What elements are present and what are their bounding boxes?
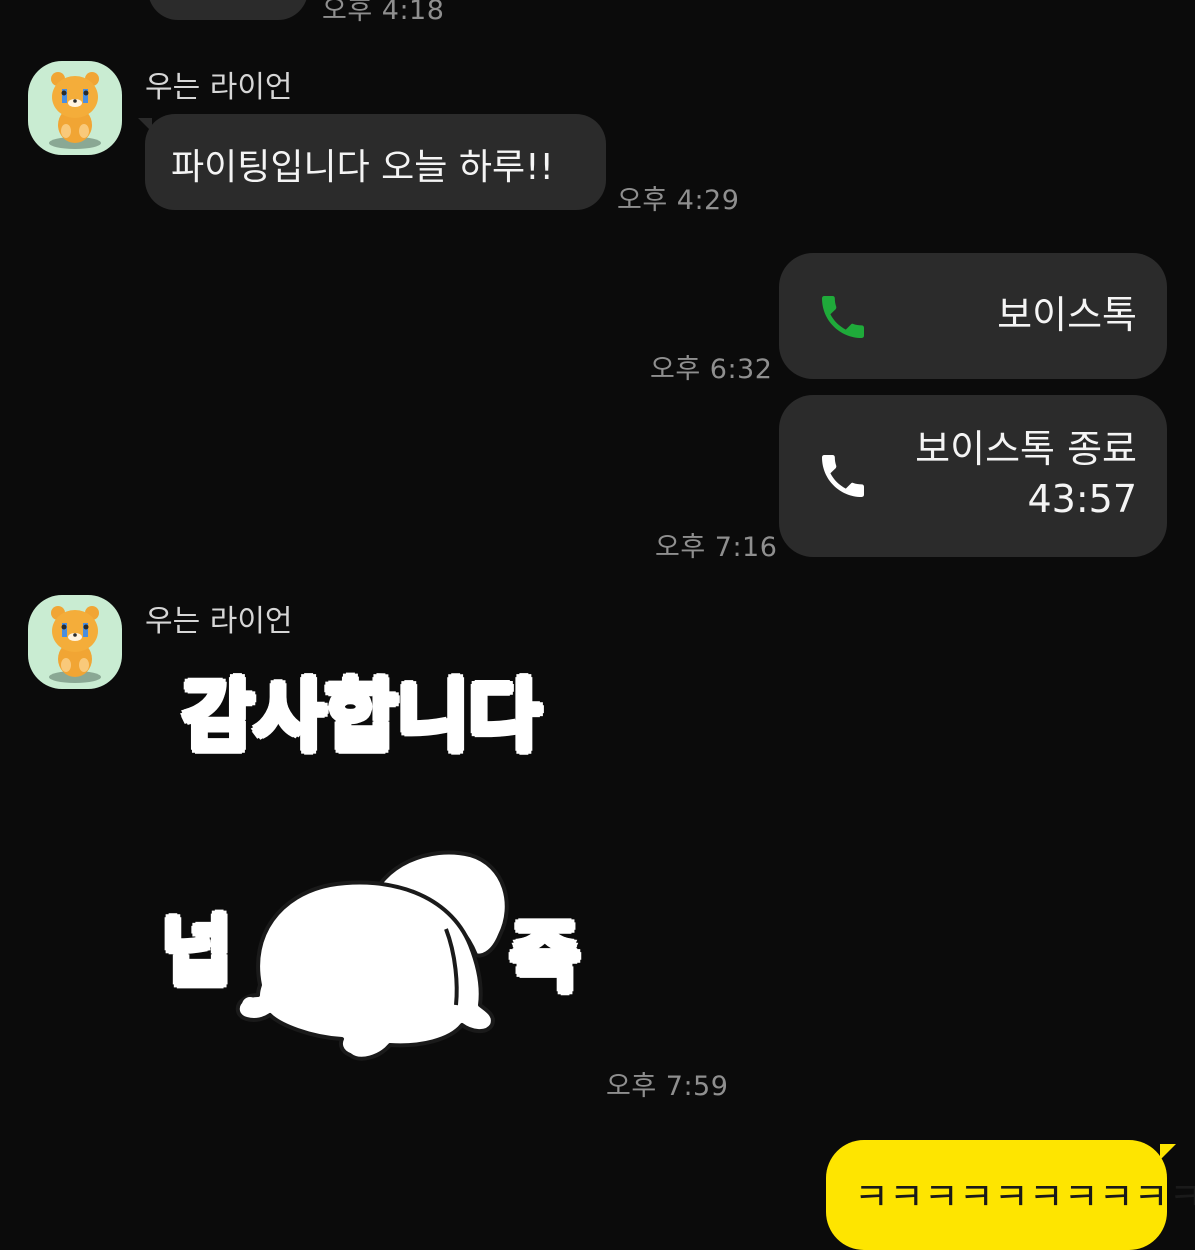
message-time: 오후 6:32 bbox=[650, 354, 773, 385]
sticker-text-right: 죽 bbox=[508, 911, 582, 1004]
bowing-character-sticker-icon bbox=[235, 850, 509, 1061]
message-time: 오후 7:16 bbox=[655, 532, 778, 563]
sender-avatar[interactable] bbox=[28, 595, 122, 689]
sender-avatar[interactable] bbox=[28, 61, 122, 155]
message-time: 오후 4:29 bbox=[617, 185, 740, 216]
sticker-message[interactable]: 감사합니다 넙 죽 bbox=[160, 640, 600, 1070]
sticker-text-thanks: 감사합니다 bbox=[180, 670, 543, 764]
message-time: 오후 4:18 bbox=[322, 0, 445, 26]
phone-icon bbox=[822, 455, 864, 497]
my-message-text: ㅋㅋㅋㅋㅋㅋㅋㅋㅋㅋ bbox=[854, 1175, 1195, 1219]
message-time: 오후 7:59 bbox=[606, 1071, 729, 1102]
sticker-text-left: 넙 bbox=[160, 905, 234, 998]
phone-icon bbox=[822, 296, 864, 338]
crying-ryan-avatar-icon bbox=[49, 606, 101, 683]
voice-talk-duration: 43:57 bbox=[1027, 477, 1137, 521]
voice-talk-label: 보이스톡 bbox=[997, 293, 1137, 337]
my-bubble-tail bbox=[1160, 1144, 1176, 1160]
my-message-bubble[interactable]: ㅋㅋㅋㅋㅋㅋㅋㅋㅋㅋ bbox=[826, 1140, 1195, 1250]
message-bubble[interactable]: 파이팅입니다 오늘 하루!! bbox=[145, 114, 606, 210]
previous-message-bubble[interactable] bbox=[148, 0, 308, 20]
sender-name: 우는 라이언 bbox=[145, 604, 293, 639]
crying-ryan-avatar-icon bbox=[49, 72, 101, 149]
sender-name: 우는 라이언 bbox=[145, 70, 293, 105]
voice-talk-ended-label: 보이스톡 종료 bbox=[915, 427, 1137, 471]
voice-talk-ended-bubble[interactable]: 보이스톡 종료 43:57 bbox=[779, 395, 1167, 557]
voice-talk-bubble[interactable]: 보이스톡 bbox=[779, 253, 1167, 379]
message-text: 파이팅입니다 오늘 하루!! bbox=[171, 147, 554, 188]
